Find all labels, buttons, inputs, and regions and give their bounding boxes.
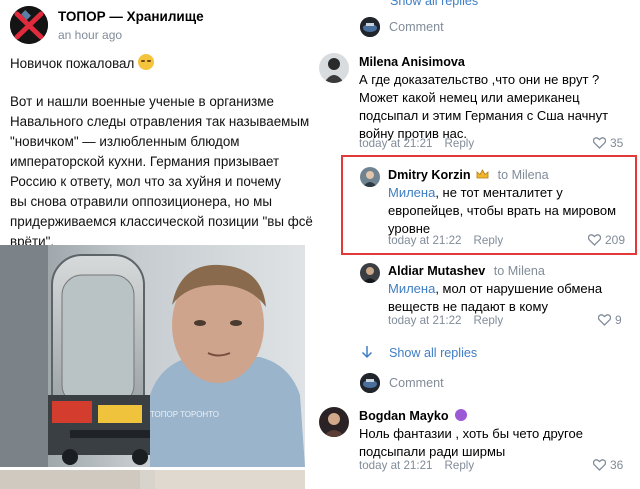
comment-line: А где доказательство ,что они не врут ? [359, 72, 600, 87]
post-body-line: Россию к ответу, мол что за хуйня и поче… [10, 174, 281, 189]
photo-illustration: ТОПОР ТОРОНТО [0, 245, 305, 467]
comment-author[interactable]: Dmitry Korzin to Milena [388, 168, 549, 182]
crown-badge-icon [476, 168, 489, 180]
post-body-line: Навального следы отравления так называем… [10, 114, 310, 129]
my-avatar [360, 373, 380, 393]
post-panel: ТОПОР — Хранилище an hour ago Новичок по… [0, 0, 318, 489]
reply-to-label[interactable]: to Milena [498, 168, 549, 182]
comment-text: Милена, не тот менталитет у европейцев, … [388, 184, 628, 238]
like-count: 209 [605, 233, 626, 247]
avatar-milena-icon [319, 53, 349, 83]
like-count: 36 [610, 458, 624, 472]
like-count: 35 [610, 136, 624, 150]
heart-icon [598, 314, 611, 326]
author-name[interactable]: Dmitry Korzin [388, 168, 471, 182]
avatar-dmitry[interactable] [360, 167, 380, 187]
like-button[interactable]: 35 [593, 136, 623, 150]
post-body-line: "новичком" — излюбленным блюдом [10, 134, 240, 149]
heart-icon [588, 234, 601, 246]
group-name[interactable]: ТОПОР — Хранилище [58, 9, 204, 24]
show-all-replies-link-top[interactable]: Show all replies [390, 0, 478, 8]
post-photo[interactable]: ТОПОР ТОРОНТО [0, 245, 305, 467]
comment-time[interactable]: today at 21:21 [359, 137, 433, 150]
comment-line: Ноль фантазии , хоть бы чето другое [359, 426, 583, 441]
my-avatar [360, 17, 380, 37]
heart-icon [593, 137, 606, 149]
reply-to-label[interactable]: to Milena [494, 264, 545, 278]
post-time[interactable]: an hour ago [58, 28, 122, 42]
mention-link[interactable]: Милена [388, 281, 435, 296]
comment-meta: today at 21:21 Reply [359, 137, 474, 150]
reply-button[interactable]: Reply [445, 137, 475, 150]
comment-time[interactable]: today at 21:21 [359, 459, 433, 472]
comment-line: подсыпал и этим Германия с Сша начнут [359, 108, 609, 123]
smirk-emoji-icon [138, 54, 155, 70]
post-body-line: императорской кухни. Германия призывает [10, 154, 280, 169]
avatar-aldiar-icon [360, 263, 380, 283]
photo-thumb-left [0, 470, 140, 489]
like-button[interactable]: 9 [598, 313, 622, 327]
verified-badge-icon [455, 409, 468, 421]
mention-link[interactable]: Милена [388, 185, 435, 200]
comment-line: европейцев, чтобы врать на мировом [388, 203, 617, 218]
comment-time[interactable]: today at 21:22 [388, 234, 462, 247]
like-button[interactable]: 36 [593, 458, 623, 472]
comment-line: , не тот менталитет у [435, 185, 563, 200]
heart-icon [593, 459, 606, 471]
comment-author[interactable]: Aldiar Mutashev to Milena [388, 264, 545, 278]
post-text: Новичок пожаловал Вот и нашли военные уч… [10, 54, 315, 252]
comment-input[interactable]: Comment [389, 20, 444, 34]
comment-line: Может какой немец или американец [359, 90, 580, 105]
author-name[interactable]: Bogdan Mayko [359, 409, 449, 423]
avatar-aldiar[interactable] [360, 263, 380, 283]
comment-author[interactable]: Milena Anisimova [359, 55, 465, 69]
avatar-bogdan-icon [319, 407, 349, 437]
comment-line: , мол от нарушение обмена [435, 281, 603, 296]
group-avatar[interactable] [10, 6, 48, 44]
axe-logo-icon [10, 6, 48, 44]
post-body-line: вы снова отравили оппозиционера, но мы [10, 194, 272, 209]
like-count: 9 [615, 313, 622, 327]
reply-button[interactable]: Reply [445, 459, 475, 472]
show-all-replies-link[interactable]: Show all replies [389, 346, 477, 360]
next-photo-strip[interactable] [0, 470, 305, 489]
author-name[interactable]: Aldiar Mutashev [388, 264, 485, 278]
comment-meta: today at 21:22 Reply [388, 234, 503, 247]
comment-meta: today at 21:21 Reply [359, 459, 474, 472]
reply-button[interactable]: Reply [474, 314, 504, 327]
my-avatar-icon [360, 17, 380, 37]
post-body-line: придерживаемся классической позиции "вы … [10, 214, 313, 229]
post-body-line: Вот и нашли военные ученые в организме [10, 94, 274, 109]
photo-watermark: ТОПОР ТОРОНТО [150, 410, 219, 419]
comment-author[interactable]: Bogdan Mayko [359, 409, 468, 423]
reply-button[interactable]: Reply [474, 234, 504, 247]
comment-time[interactable]: today at 21:22 [388, 314, 462, 327]
chevron-down-icon [361, 345, 373, 359]
avatar-milena[interactable] [319, 53, 349, 83]
like-button[interactable]: 209 [588, 233, 625, 247]
avatar-dmitry-icon [360, 167, 380, 187]
comment-input[interactable]: Comment [389, 376, 444, 390]
author-name[interactable]: Milena Anisimova [359, 55, 465, 69]
comment-text: А где доказательство ,что они не врут ? … [359, 71, 629, 143]
avatar-bogdan[interactable] [319, 407, 349, 437]
photo-thumb-right [155, 470, 305, 489]
comment-text: Ноль фантазии , хоть бы чето другое подс… [359, 425, 629, 461]
comment-meta: today at 21:22 Reply [388, 314, 503, 327]
my-avatar-icon [360, 373, 380, 393]
comment-text: Милена, мол от нарушение обмена веществ … [388, 280, 628, 316]
post-first-line: Новичок пожаловал [10, 56, 135, 71]
